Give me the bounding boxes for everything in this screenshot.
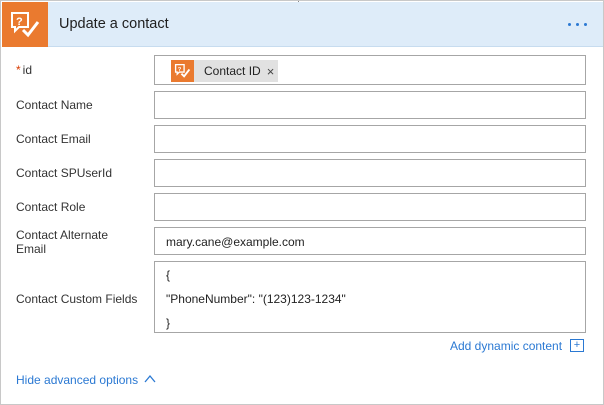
chevron-up-icon[interactable] <box>144 373 156 387</box>
required-marker: * <box>16 63 21 77</box>
question-check-icon: ? <box>2 2 48 47</box>
field-label-id-text: id <box>22 63 33 77</box>
add-dynamic-content-icon[interactable]: + <box>570 339 584 352</box>
field-label-name: Contact Name <box>16 98 93 112</box>
field-label-email: Contact Email <box>16 132 91 146</box>
more-ellipsis-icon[interactable] <box>566 14 590 34</box>
question-check-icon: ? <box>171 60 194 82</box>
remove-token-icon[interactable]: × <box>267 64 275 79</box>
field-row-alt-email: Contact Alternate Email mary.cane@exampl… <box>1 227 604 256</box>
custom-fields-textarea[interactable]: { "PhoneNumber": "(123)123-1234" } <box>154 261 586 333</box>
field-row-name: Contact Name <box>1 91 604 119</box>
field-label-spuserid: Contact SPUserId <box>16 166 113 180</box>
token-label: Contact ID <box>204 64 261 78</box>
field-label-id: * id <box>16 63 32 77</box>
field-label-alt-email-line2: Email <box>16 242 47 256</box>
hide-advanced-options-link[interactable]: Hide advanced options <box>16 373 138 387</box>
svg-text:?: ? <box>178 67 182 73</box>
json-line: "PhoneNumber": "(123)123-1234" <box>166 292 346 306</box>
field-label-alt-email-line1: Contact Alternate <box>16 228 109 242</box>
action-title: Update a contact <box>59 16 169 32</box>
contact-name-input[interactable] <box>154 91 586 119</box>
field-label-custom: Contact Custom Fields <box>16 292 138 306</box>
contact-id-token[interactable]: ? Contact ID × <box>171 60 278 82</box>
json-line: { <box>166 268 171 282</box>
contact-alternate-email-input[interactable]: mary.cane@example.com <box>154 227 586 255</box>
field-label-alt-email: Contact Alternate Email <box>16 228 108 256</box>
json-line: } <box>166 316 171 330</box>
contact-spuserid-input[interactable] <box>154 159 586 187</box>
field-row-email: Contact Email <box>1 125 604 153</box>
contact-role-input[interactable] <box>154 193 586 221</box>
action-card: ? Update a contact * id ? Contact ID × C… <box>0 0 604 405</box>
field-row-custom: Contact Custom Fields { "PhoneNumber": "… <box>1 261 604 333</box>
add-dynamic-content-link[interactable]: Add dynamic content <box>450 339 562 353</box>
alt-email-value: mary.cane@example.com <box>166 235 305 249</box>
field-row-role: Contact Role <box>1 193 604 221</box>
field-row-id: * id ? Contact ID × <box>1 55 604 85</box>
field-label-role: Contact Role <box>16 200 86 214</box>
field-row-spuserid: Contact SPUserId <box>1 159 604 187</box>
action-header[interactable]: ? Update a contact <box>2 2 603 47</box>
id-field[interactable]: ? Contact ID × <box>154 55 586 85</box>
contact-email-input[interactable] <box>154 125 586 153</box>
svg-text:?: ? <box>16 16 23 28</box>
